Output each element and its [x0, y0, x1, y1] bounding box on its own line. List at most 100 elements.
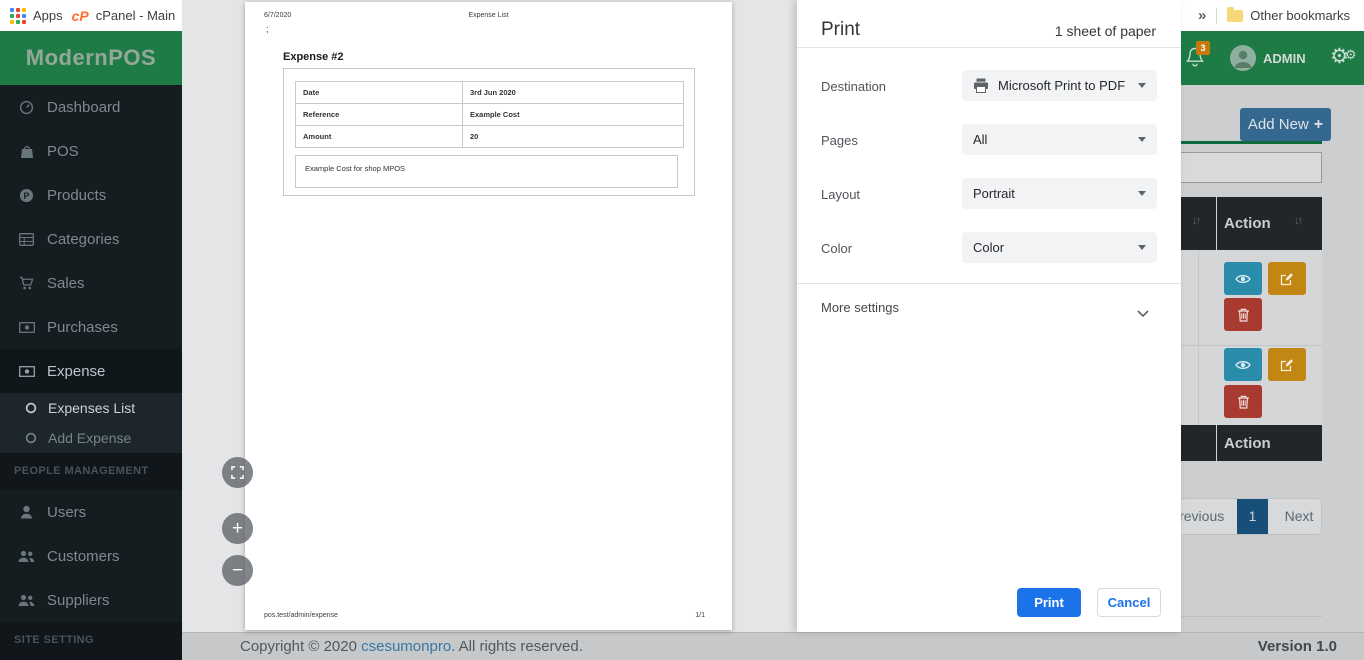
expense-detail-table: Date 3rd Jun 2020 Reference Example Cost A…: [295, 81, 684, 148]
sidebar-label: Suppliers: [47, 591, 110, 609]
more-settings-button[interactable]: More settings: [821, 300, 899, 315]
doc-title: Expense List: [468, 12, 509, 19]
bookmark-apps[interactable]: Apps: [10, 7, 63, 24]
avatar: [1230, 45, 1256, 71]
pages-label: Pages: [821, 133, 858, 148]
caret-down-icon: [1138, 137, 1146, 142]
delete-button[interactable]: [1224, 385, 1262, 418]
user-name[interactable]: ADMIN: [1263, 51, 1306, 66]
view-button[interactable]: [1224, 262, 1262, 295]
preview-backdrop: 6/7/2020 Expense List ; Expense #2 Date 3…: [182, 0, 797, 632]
sidebar-item-pos[interactable]: POS: [0, 129, 182, 173]
bookmarks-divider: [1216, 7, 1218, 24]
delete-button[interactable]: [1224, 298, 1262, 331]
pagination-next[interactable]: Next: [1276, 498, 1322, 535]
action-column-header[interactable]: Action: [1224, 197, 1271, 250]
edit-button[interactable]: [1268, 348, 1306, 381]
pagination-page-1[interactable]: 1: [1237, 499, 1268, 534]
expense-heading: Expense #2: [283, 51, 344, 63]
app-logo[interactable]: ModernPOS: [0, 31, 182, 85]
sidebar-sublabel: Expenses List: [48, 400, 136, 416]
pencil-square-icon: [1280, 358, 1293, 371]
color-select[interactable]: Color: [962, 232, 1157, 263]
trash-icon: [1237, 308, 1249, 322]
sidebar-item-customers[interactable]: Customers: [0, 534, 182, 578]
caret-down-icon: [1138, 245, 1146, 250]
expense-note-box: Example Cost for shop MPOS: [295, 155, 678, 188]
destination-label: Destination: [821, 79, 887, 94]
pages-select[interactable]: All: [962, 124, 1157, 155]
sidebar-label: Expense: [47, 362, 106, 380]
product-circle-icon: P: [18, 188, 35, 203]
sidebar-item-categories[interactable]: Categories: [0, 217, 182, 261]
zoom-in-button[interactable]: +: [222, 513, 253, 544]
cancel-button[interactable]: Cancel: [1097, 588, 1161, 617]
layout-select[interactable]: Portrait: [962, 178, 1157, 209]
sidebar-item-expense[interactable]: Expense: [0, 349, 182, 393]
eye-icon: [1235, 360, 1251, 369]
print-button[interactable]: Print: [1017, 588, 1081, 617]
banknote-icon: [18, 321, 35, 333]
printer-icon: [974, 78, 988, 93]
zoom-out-button[interactable]: −: [222, 555, 253, 586]
chevron-down-icon[interactable]: [1137, 304, 1149, 322]
apps-grid-icon: [10, 7, 26, 24]
settings-button[interactable]: ⚙⚙: [1330, 44, 1356, 69]
sidebar-item-purchases[interactable]: Purchases: [0, 305, 182, 349]
circle-o-icon: [24, 402, 37, 414]
eye-icon: [1235, 274, 1251, 283]
minus-icon: −: [231, 559, 244, 581]
sheet-count: 1 sheet of paper: [1054, 23, 1156, 39]
divider: [797, 47, 1181, 48]
doc-stray-text: ;: [266, 24, 269, 34]
expense-detail-box: Date 3rd Jun 2020 Reference Example Cost A…: [283, 68, 695, 196]
other-bookmarks[interactable]: Other bookmarks: [1227, 6, 1350, 23]
sidebar-subitem-expenses-list[interactable]: Expenses List: [0, 393, 182, 423]
sidebar-subitem-add-expense[interactable]: Add Expense: [0, 423, 182, 453]
doc-page-indicator: 1/1: [695, 612, 705, 619]
sidebar-item-products[interactable]: P Products: [0, 173, 182, 217]
expense-note: Example Cost for shop MPOS: [305, 164, 406, 173]
divider: [797, 283, 1181, 284]
add-new-button[interactable]: Add New +: [1240, 108, 1331, 141]
expand-icon: [231, 466, 244, 479]
sidebar-item-dashboard[interactable]: Dashboard: [0, 85, 182, 129]
edit-button[interactable]: [1268, 262, 1306, 295]
plus-icon: +: [1313, 115, 1324, 133]
sidebar-label: Sales: [47, 274, 85, 292]
sort-icon[interactable]: ↓↑: [1294, 215, 1303, 227]
user-icon: [18, 505, 35, 519]
page-footer: Copyright © 2020 csesumonpro. All rights…: [182, 632, 1364, 660]
bookmark-cpanel-label: cPanel - Main: [95, 8, 176, 23]
sidebar-sublabel: Add Expense: [48, 430, 132, 446]
preview-page: 6/7/2020 Expense List ; Expense #2 Date 3…: [245, 2, 732, 630]
pages-value: All: [973, 132, 988, 147]
sidebar-label: Purchases: [47, 318, 118, 336]
color-value: Color: [973, 240, 1005, 255]
view-button[interactable]: [1224, 348, 1262, 381]
sidebar-item-users[interactable]: Users: [0, 490, 182, 534]
layout-value: Portrait: [973, 186, 1015, 201]
bookmark-cpanel[interactable]: cP cPanel - Main: [72, 8, 176, 24]
bookmarks-overflow-chevron[interactable]: »: [1198, 7, 1206, 24]
destination-select[interactable]: Microsoft Print to PDF: [962, 70, 1157, 101]
print-dialog-title: Print: [821, 19, 861, 40]
add-new-label: Add New: [1247, 116, 1309, 133]
speedometer-icon: [18, 100, 35, 115]
print-preview-overlay: 6/7/2020 Expense List ; Expense #2 Date 3…: [182, 0, 1181, 632]
bookmark-apps-label: Apps: [33, 8, 63, 23]
sidebar-item-suppliers[interactable]: Suppliers: [0, 578, 182, 622]
sidebar-item-sales[interactable]: Sales: [0, 261, 182, 305]
sort-icon[interactable]: ↓↑: [1192, 215, 1201, 227]
banknote-icon: [18, 365, 35, 377]
color-label: Color: [821, 241, 853, 256]
sidebar-label: Customers: [47, 547, 120, 565]
column-divider: [1216, 197, 1217, 250]
fit-to-page-button[interactable]: [222, 457, 253, 488]
shopping-bag-icon: [18, 144, 35, 159]
sidebar-label: Categories: [47, 230, 120, 248]
layout-label: Layout: [821, 187, 861, 202]
copyright-link[interactable]: csesumonpro: [361, 638, 451, 655]
sidebar: Dashboard POS P Products Categories Sale…: [0, 85, 182, 660]
user-menu[interactable]: [1230, 45, 1256, 76]
